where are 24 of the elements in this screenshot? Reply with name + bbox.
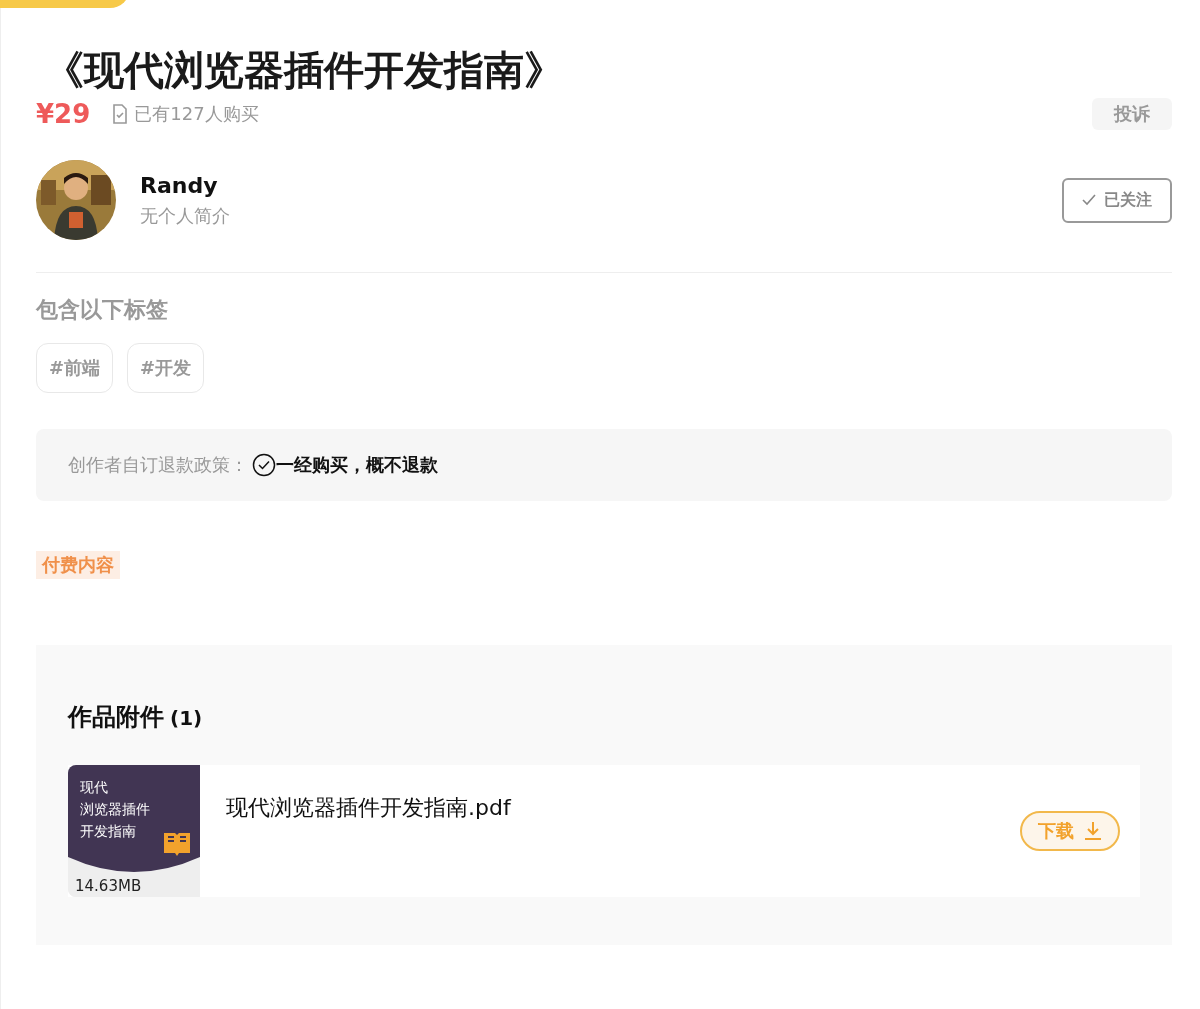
check-circle-icon xyxy=(252,453,276,477)
author-name: Randy xyxy=(140,172,219,198)
report-button[interactable]: 投诉 xyxy=(1092,98,1172,130)
thumbnail-text: 开发指南 xyxy=(80,822,137,841)
paid-content-badge: 付费内容 xyxy=(36,551,120,579)
policy-value: 一经购买，概不退款 xyxy=(276,453,438,477)
price: ¥29 xyxy=(36,99,91,129)
follow-button[interactable]: 已关注 xyxy=(1062,177,1172,223)
page-title: 《现代浏览器插件开发指南》 xyxy=(44,46,564,95)
thumbnail-text: 浏览器插件 xyxy=(80,800,150,819)
attachments-heading: 作品附件 xyxy=(68,702,164,733)
author-bio: 无个人简介 xyxy=(140,203,230,228)
tag[interactable]: #前端 xyxy=(36,343,114,393)
purchase-count: 已有127人购买 xyxy=(134,102,259,126)
download-button[interactable]: 下载 xyxy=(1020,811,1120,851)
check-icon xyxy=(1082,194,1096,206)
tag[interactable]: #开发 xyxy=(127,343,205,393)
policy-label: 创作者自订退款政策： xyxy=(68,453,248,477)
document-check-icon xyxy=(112,104,129,124)
thumbnail-text: 现代 xyxy=(80,778,109,797)
section-heading: 包含以下标签 xyxy=(36,296,169,324)
download-icon xyxy=(1084,821,1102,841)
file-name: 现代浏览器插件开发指南.pdf xyxy=(226,794,511,822)
attachment-count: (1) xyxy=(170,706,203,730)
